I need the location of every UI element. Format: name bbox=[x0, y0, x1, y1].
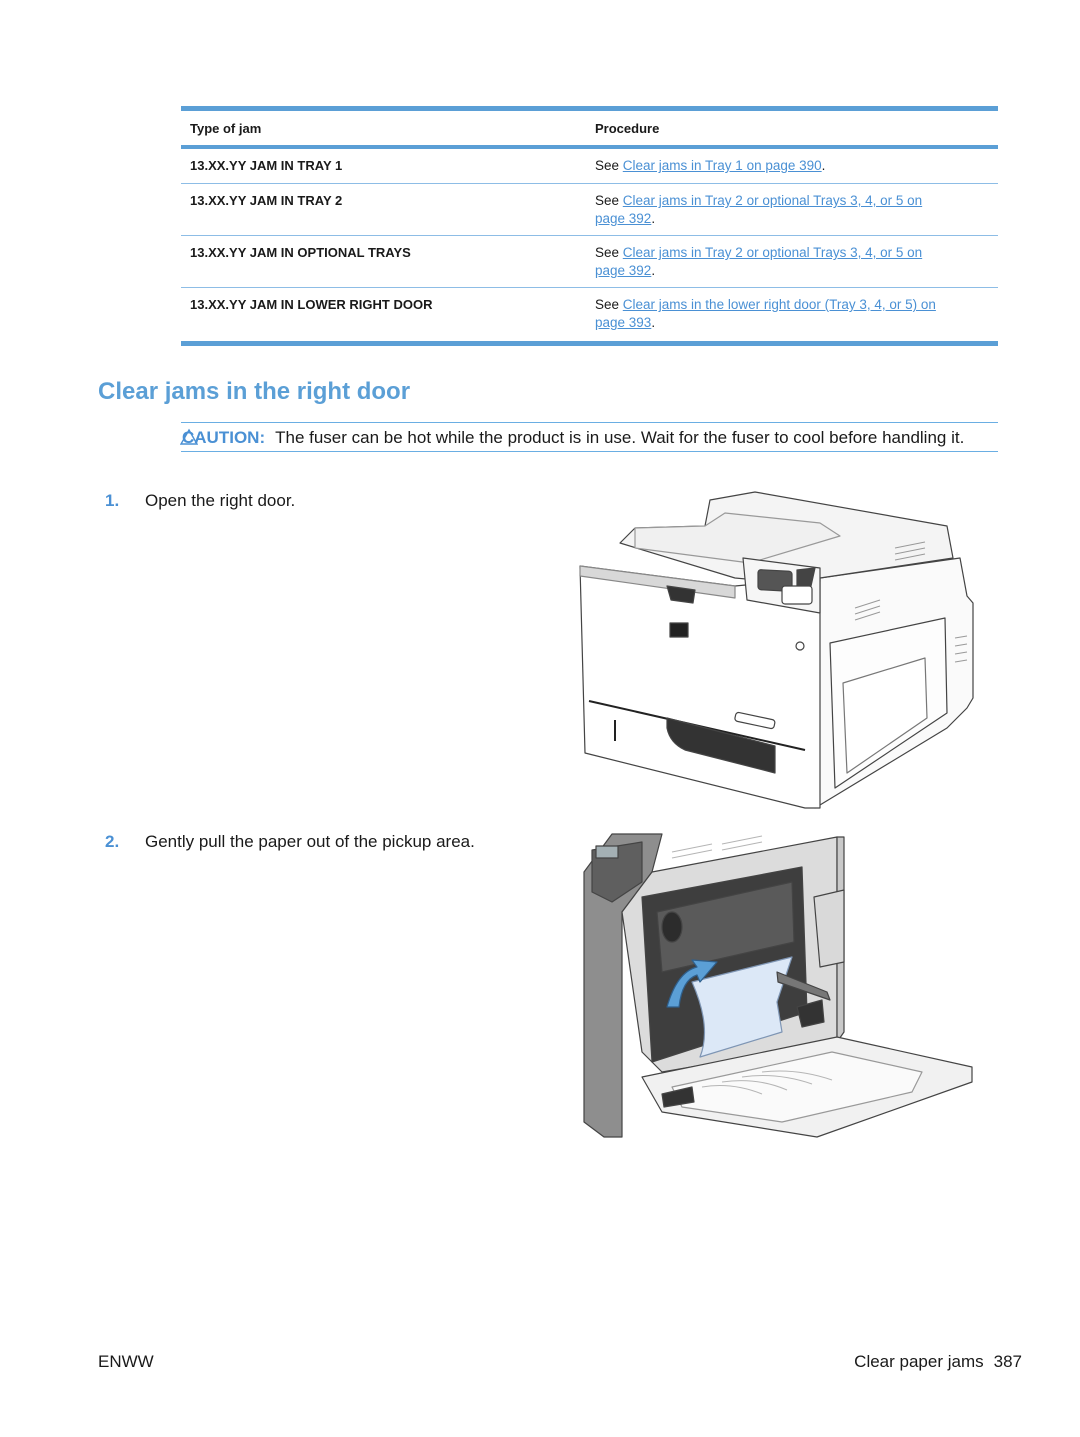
header-type: Type of jam bbox=[190, 120, 262, 136]
procedure-link[interactable]: Clear jams in the lower right door (Tray… bbox=[595, 297, 936, 330]
table-header: Type of jam Procedure bbox=[181, 111, 998, 149]
procedure-link[interactable]: Clear jams in Tray 1 on page 390 bbox=[623, 158, 822, 173]
step-text: Open the right door. bbox=[145, 491, 296, 510]
section-title: Clear jams in the right door bbox=[98, 378, 411, 405]
page-number: 387 bbox=[993, 1352, 1022, 1371]
footer-left: ENWW bbox=[98, 1352, 154, 1371]
footer-section: Clear paper jams bbox=[854, 1352, 984, 1371]
table-row: 13.XX.YY JAM IN OPTIONAL TRAYS See Clear… bbox=[181, 236, 998, 288]
jam-type: 13.XX.YY JAM IN TRAY 2 bbox=[190, 193, 343, 208]
step-2: 2. Gently pull the paper out of the picku… bbox=[105, 832, 475, 852]
footer-right: Clear paper jams 387 bbox=[854, 1352, 1022, 1372]
procedure: See Clear jams in Tray 1 on page 390. bbox=[595, 158, 826, 173]
step-text: Gently pull the paper out of the pickup … bbox=[145, 832, 475, 851]
table-row: 13.XX.YY JAM IN LOWER RIGHT DOOR See Cle… bbox=[181, 288, 998, 341]
caution-text: The fuser can be hot while the product i… bbox=[275, 428, 965, 447]
caution-note: CAUTION: The fuser can be hot while the p… bbox=[180, 422, 998, 452]
jam-type: 13.XX.YY JAM IN LOWER RIGHT DOOR bbox=[190, 297, 433, 312]
jam-table: Type of jam Procedure 13.XX.YY JAM IN TR… bbox=[181, 106, 998, 346]
printer-right-door-open-jam-illustration bbox=[583, 833, 973, 1138]
procedure: See Clear jams in Tray 2 or optional Tra… bbox=[595, 245, 923, 278]
procedure-link[interactable]: Clear jams in Tray 2 or optional Trays 3… bbox=[595, 245, 922, 278]
procedure-link[interactable]: Clear jams in Tray 2 or optional Trays 3… bbox=[595, 193, 922, 226]
procedure: See Clear jams in Tray 2 or optional Tra… bbox=[595, 193, 923, 226]
header-procedure: Procedure bbox=[595, 120, 660, 136]
warning-triangle-icon bbox=[180, 428, 198, 445]
step-1: 1. Open the right door. bbox=[105, 491, 295, 511]
jam-type: 13.XX.YY JAM IN OPTIONAL TRAYS bbox=[190, 245, 411, 260]
step-number: 1. bbox=[105, 491, 120, 510]
procedure: See Clear jams in the lower right door (… bbox=[595, 297, 936, 330]
step-number: 2. bbox=[105, 832, 120, 851]
jam-type: 13.XX.YY JAM IN TRAY 1 bbox=[190, 158, 343, 173]
table-row: 13.XX.YY JAM IN TRAY 1 See Clear jams in… bbox=[181, 149, 998, 184]
table-row: 13.XX.YY JAM IN TRAY 2 See Clear jams in… bbox=[181, 184, 998, 236]
printer-closed-illustration bbox=[579, 491, 974, 809]
